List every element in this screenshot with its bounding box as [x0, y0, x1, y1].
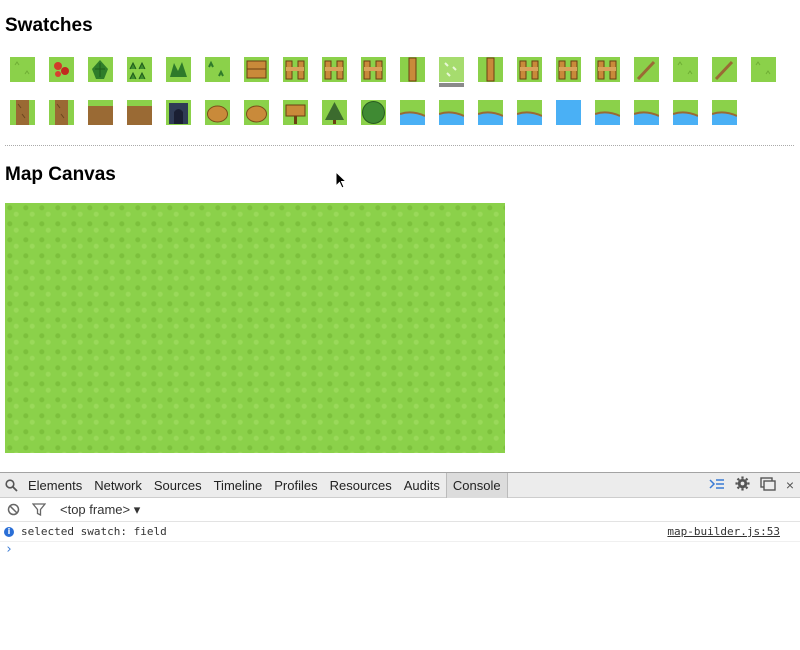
- swatch-tall-grass[interactable]: [127, 57, 152, 82]
- console-source-link[interactable]: map-builder.js:53: [667, 525, 780, 538]
- swatch-cliff-left[interactable]: [10, 100, 35, 125]
- swatch-field-plain[interactable]: [10, 57, 35, 82]
- swatch-cliff-edge-a[interactable]: [634, 57, 659, 82]
- swatch-grass-tufts[interactable]: [205, 57, 230, 82]
- console-drawer-icon[interactable]: [709, 477, 725, 493]
- swatch-water-edge-c[interactable]: [594, 100, 621, 125]
- dock-icon[interactable]: [760, 476, 776, 494]
- page: Swatches Map Canvas Elements Network Sourc…: [0, 0, 800, 650]
- swatch-field[interactable]: [439, 57, 464, 87]
- swatch-water-corner-e[interactable]: [711, 100, 738, 125]
- swatch-dirt-a[interactable]: [88, 100, 113, 125]
- swatch-sign[interactable]: [283, 100, 308, 125]
- swatch-water-edge-b[interactable]: [516, 100, 543, 125]
- swatch-water-edge-a[interactable]: [438, 100, 465, 125]
- map-canvas[interactable]: [5, 203, 505, 453]
- swatch-cave[interactable]: [166, 100, 191, 125]
- tab-audits[interactable]: Audits: [398, 473, 446, 498]
- swatch-tree-round[interactable]: [361, 100, 386, 125]
- swatch-tree-small[interactable]: [322, 100, 347, 125]
- swatch-flowers[interactable]: [49, 57, 74, 82]
- swatch-water-plain[interactable]: [556, 100, 581, 125]
- tab-timeline[interactable]: Timeline: [208, 473, 269, 498]
- tab-sources[interactable]: Sources: [148, 473, 208, 498]
- swatch-fence-a[interactable]: [283, 57, 308, 82]
- swatch-fence-e[interactable]: [556, 57, 581, 82]
- console-message: i selected swatch: field map-builder.js:…: [0, 522, 800, 542]
- section-divider: [5, 145, 794, 146]
- swatch-fence-post-b[interactable]: [478, 57, 503, 82]
- swatch-cliff-corner[interactable]: [49, 100, 74, 125]
- map-canvas-heading: Map Canvas: [5, 164, 116, 185]
- clear-console-icon[interactable]: [0, 503, 26, 516]
- swatch-row-2: [10, 100, 738, 125]
- tab-console[interactable]: Console: [445, 472, 508, 498]
- swatch-water-corner-a[interactable]: [399, 100, 426, 125]
- swatch-dirt-b[interactable]: [127, 100, 152, 125]
- swatch-rock-b[interactable]: [244, 100, 269, 125]
- info-icon: i: [4, 526, 14, 537]
- swatch-grass-edge[interactable]: [673, 57, 698, 82]
- swatch-bush-large[interactable]: [88, 57, 113, 82]
- tab-elements[interactable]: Elements: [22, 473, 88, 498]
- search-icon[interactable]: [0, 473, 22, 498]
- swatch-grass-plain-b[interactable]: [751, 57, 776, 82]
- swatch-water-corner-d[interactable]: [672, 100, 699, 125]
- swatches-heading: Swatches: [5, 15, 93, 36]
- gear-icon[interactable]: [735, 476, 750, 494]
- close-icon[interactable]: ×: [786, 477, 794, 493]
- frame-selector[interactable]: <top frame> ▾: [52, 502, 140, 518]
- swatch-water-corner-b[interactable]: [477, 100, 504, 125]
- swatch-fence-c[interactable]: [361, 57, 386, 82]
- swatch-fence-post[interactable]: [400, 57, 425, 82]
- frame-selector-label: <top frame>: [60, 501, 131, 517]
- devtools-panel: Elements Network Sources Timeline Profiles Re…: [0, 472, 800, 650]
- swatch-crate[interactable]: [244, 57, 269, 82]
- swatch-fence-f[interactable]: [595, 57, 620, 82]
- devtools-tab-bar: Elements Network Sources Timeline Profiles Re…: [0, 472, 800, 498]
- tab-profiles[interactable]: Profiles: [268, 473, 323, 498]
- swatch-rock-a[interactable]: [205, 100, 230, 125]
- tab-resources[interactable]: Resources: [324, 473, 398, 498]
- swatch-shrub[interactable]: [166, 57, 191, 82]
- chevron-down-icon: ▾: [133, 501, 141, 517]
- swatch-fence-d[interactable]: [517, 57, 542, 82]
- swatch-water-corner-c[interactable]: [633, 100, 660, 125]
- swatch-row-1: [10, 57, 776, 87]
- console-message-text: selected swatch: field: [21, 525, 167, 538]
- console-toolbar: <top frame> ▾: [0, 498, 800, 522]
- swatch-cliff-edge-b[interactable]: [712, 57, 737, 82]
- tab-network[interactable]: Network: [88, 473, 148, 498]
- console-prompt[interactable]: ›: [0, 542, 800, 557]
- swatch-fence-b[interactable]: [322, 57, 347, 82]
- filter-icon[interactable]: [26, 503, 52, 516]
